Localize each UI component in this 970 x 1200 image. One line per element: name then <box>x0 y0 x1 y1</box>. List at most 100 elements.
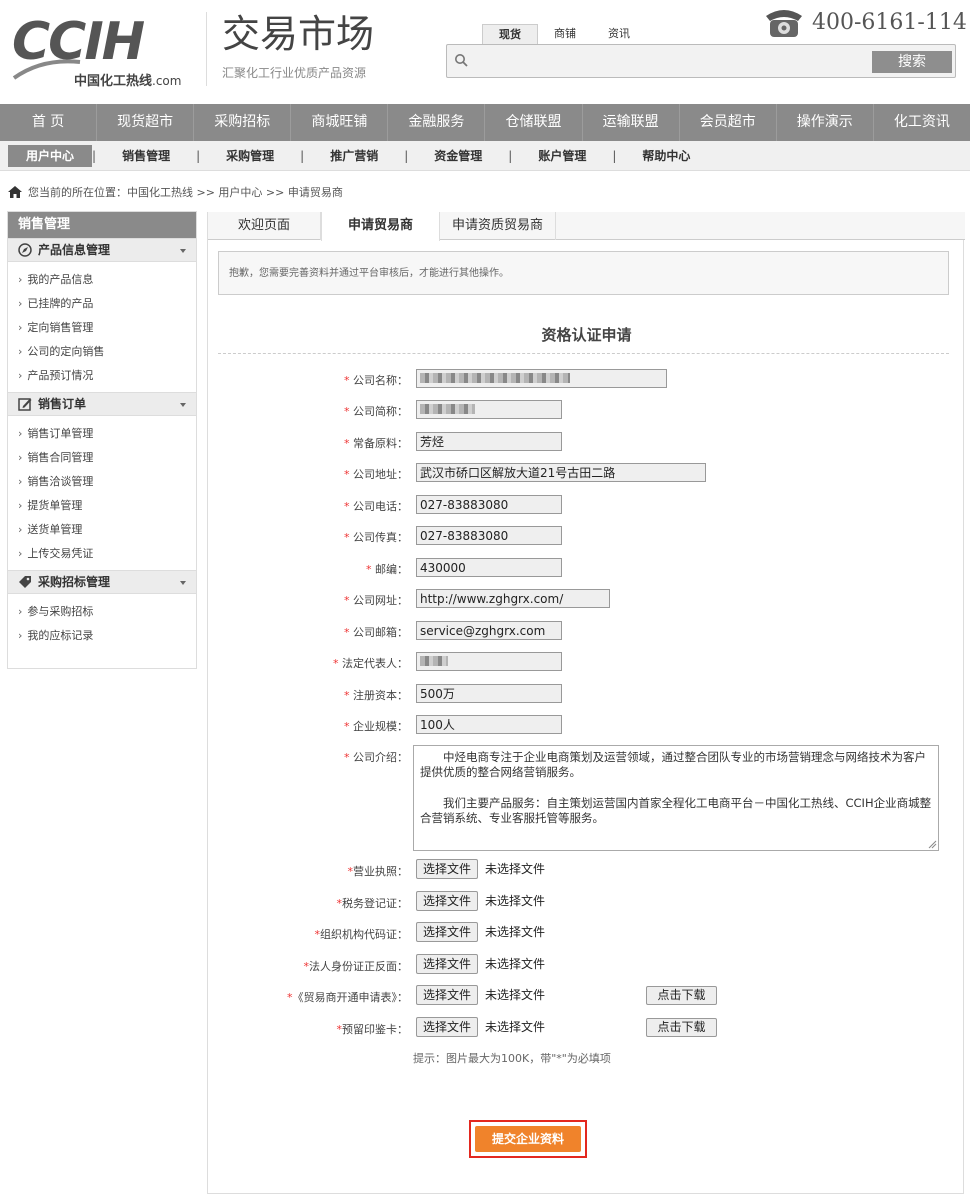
company-scale-field[interactable]: 100人 <box>416 715 562 734</box>
redacted-value <box>420 656 448 666</box>
chevron-down-icon <box>180 249 186 253</box>
nav-transport[interactable]: 运输联盟 <box>583 104 680 141</box>
registered-capital-field[interactable]: 500万 <box>416 684 562 703</box>
search-tab-spot[interactable]: 现货 <box>482 24 538 44</box>
choose-file-button-seal-card[interactable]: 选择文件 <box>416 1017 479 1037</box>
email-field[interactable]: service@zghgrx.com <box>416 621 562 640</box>
sidebar-item-listed-products[interactable]: 已挂牌的产品 <box>8 292 196 316</box>
redacted-value <box>420 373 570 383</box>
sidebar-group-label: 销售订单 <box>38 397 87 411</box>
tab-apply-qualified-trader[interactable]: 申请资质贸易商 <box>440 212 557 240</box>
ccih-logo[interactable]: CCIH 中国化工热线.com <box>12 12 197 89</box>
nav-spot-market[interactable]: 现货超市 <box>97 104 195 141</box>
company-short-name-field[interactable] <box>416 400 562 419</box>
legal-rep-field[interactable] <box>416 652 562 671</box>
phone-field[interactable]: 027-83883080 <box>416 495 562 514</box>
sidebar-item-directed-sales[interactable]: 定向销售管理 <box>8 316 196 340</box>
field-label-zip: * 邮编： <box>366 563 408 576</box>
sidebar-group-sales-orders[interactable]: 销售订单 <box>8 392 196 416</box>
sidebar-item-my-products[interactable]: 我的产品信息 <box>8 268 196 292</box>
fax-field[interactable]: 027-83883080 <box>416 526 562 545</box>
search-tab-shops[interactable]: 商铺 <box>538 24 592 44</box>
download-button-application-form[interactable]: 点击下载 <box>646 986 717 1005</box>
field-label-phone: * 公司电话： <box>344 500 408 513</box>
site-header: CCIH 中国化工热线.com 交易市场 汇聚化工行业优质产品资源 现货 商铺 … <box>0 0 970 104</box>
subnav-purchase[interactable]: 采购管理 <box>200 145 300 167</box>
sidebar-item-bid-records[interactable]: 我的应标记录 <box>8 624 196 648</box>
sidebar-item-contract-management[interactable]: 销售合同管理 <box>8 446 196 470</box>
sidebar-item-company-directed-sales[interactable]: 公司的定向销售 <box>8 340 196 364</box>
sidebar-item-negotiation-management[interactable]: 销售洽谈管理 <box>8 470 196 494</box>
sidebar-group-product-info[interactable]: 产品信息管理 <box>8 238 196 262</box>
nav-warehouse[interactable]: 仓储联盟 <box>485 104 583 141</box>
nav-demo[interactable]: 操作演示 <box>777 104 874 141</box>
tag-icon <box>19 576 31 588</box>
choose-file-button-id-card[interactable]: 选择文件 <box>416 954 479 974</box>
tab-welcome[interactable]: 欢迎页面 <box>208 212 322 240</box>
subnav-help[interactable]: 帮助中心 <box>616 145 716 167</box>
upload-label-text: 组织机构代码证： <box>320 928 408 941</box>
subnav-funds[interactable]: 资金管理 <box>408 145 508 167</box>
field-label-email: * 公司邮箱： <box>344 626 408 639</box>
sidebar-item-delivery-notes[interactable]: 送货单管理 <box>8 518 196 542</box>
breadcrumb: 您当前的所在位置：中国化工热线 >> 用户中心 >> 申请贸易商 <box>8 184 343 200</box>
field-label-text: 公司简称： <box>353 405 408 418</box>
website-field[interactable]: http://www.zghgrx.com/ <box>416 589 610 608</box>
breadcrumb-text: 您当前的所在位置：中国化工热线 >> 用户中心 >> 申请贸易商 <box>28 186 343 199</box>
search-tab-news[interactable]: 资讯 <box>592 24 646 44</box>
content-tabs: 欢迎页面 申请贸易商 申请资质贸易商 <box>208 212 965 241</box>
subnav-promotion[interactable]: 推广营销 <box>304 145 404 167</box>
compass-icon <box>18 243 32 257</box>
choose-file-button-business-license[interactable]: 选择文件 <box>416 859 479 879</box>
home-icon <box>8 186 22 198</box>
divider <box>218 353 949 354</box>
tab-apply-trader[interactable]: 申请贸易商 <box>321 212 441 241</box>
company-intro-textarea[interactable]: 中烃电商专注于企业电商策划及运营领域，通过整合团队专业的市场营销理念与网络技术为… <box>413 745 939 851</box>
redacted-value <box>420 404 475 414</box>
zip-code-field[interactable]: 430000 <box>416 558 562 577</box>
subnav-user-center[interactable]: 用户中心 <box>8 145 93 167</box>
nav-procurement[interactable]: 采购招标 <box>194 104 292 141</box>
chevron-down-icon <box>180 403 186 407</box>
file-status: 未选择文件 <box>485 862 546 876</box>
subnav-sales[interactable]: 销售管理 <box>96 145 196 167</box>
site-subtitle: 汇聚化工行业优质产品资源 <box>222 66 367 80</box>
sidebar-group-tender-management[interactable]: 采购招标管理 <box>8 570 196 594</box>
resize-grip-icon[interactable] <box>928 840 937 849</box>
nav-mall-shops[interactable]: 商城旺铺 <box>291 104 389 141</box>
choose-file-button-org-code[interactable]: 选择文件 <box>416 922 479 942</box>
company-name-field[interactable] <box>416 369 667 388</box>
field-label-fax: * 公司传真： <box>344 531 408 544</box>
sidebar-item-join-tenders[interactable]: 参与采购招标 <box>8 600 196 624</box>
form-title: 资格认证申请 <box>541 326 632 344</box>
subnav-account[interactable]: 账户管理 <box>512 145 612 167</box>
main-nav: 首 页 现货超市 采购招标 商城旺铺 金融服务 仓储联盟 运输联盟 会员超市 操… <box>0 104 970 141</box>
nav-chem-news[interactable]: 化工资讯 <box>874 104 970 141</box>
field-label-text: 公司介绍： <box>353 751 408 764</box>
field-label-legal-rep: * 法定代表人： <box>333 657 408 670</box>
field-label-text: 公司名称： <box>353 374 408 387</box>
upload-label-text: 税务登记证： <box>342 897 408 910</box>
sidebar-item-product-reservations[interactable]: 产品预订情况 <box>8 364 196 388</box>
download-button-seal-card[interactable]: 点击下载 <box>646 1018 717 1037</box>
search-button[interactable]: 搜索 <box>872 51 952 73</box>
field-label-website: * 公司网址： <box>344 594 408 607</box>
sidebar-item-pickup-notes[interactable]: 提货单管理 <box>8 494 196 518</box>
field-label-text: 公司网址： <box>353 594 408 607</box>
nav-finance[interactable]: 金融服务 <box>388 104 486 141</box>
sidebar-item-order-management[interactable]: 销售订单管理 <box>8 422 196 446</box>
logo-subtitle: 中国化工热线.com <box>74 70 181 89</box>
materials-field[interactable]: 芳烃 <box>416 432 562 451</box>
file-status: 未选择文件 <box>485 957 546 971</box>
address-field[interactable]: 武汉市硚口区解放大道21号古田二路 <box>416 463 706 482</box>
sidebar-item-upload-vouchers[interactable]: 上传交易凭证 <box>8 542 196 566</box>
choose-file-button-application-form[interactable]: 选择文件 <box>416 985 479 1005</box>
choose-file-button-tax-registration[interactable]: 选择文件 <box>416 891 479 911</box>
submit-company-info-button[interactable]: 提交企业资料 <box>475 1126 581 1152</box>
site-title: 交易市场 <box>222 12 375 56</box>
search-input[interactable] <box>475 50 865 72</box>
nav-home[interactable]: 首 页 <box>0 104 98 141</box>
nav-member-market[interactable]: 会员超市 <box>680 104 777 141</box>
field-label-scale: * 企业规模： <box>344 720 408 733</box>
field-label-text: 公司邮箱： <box>353 626 408 639</box>
